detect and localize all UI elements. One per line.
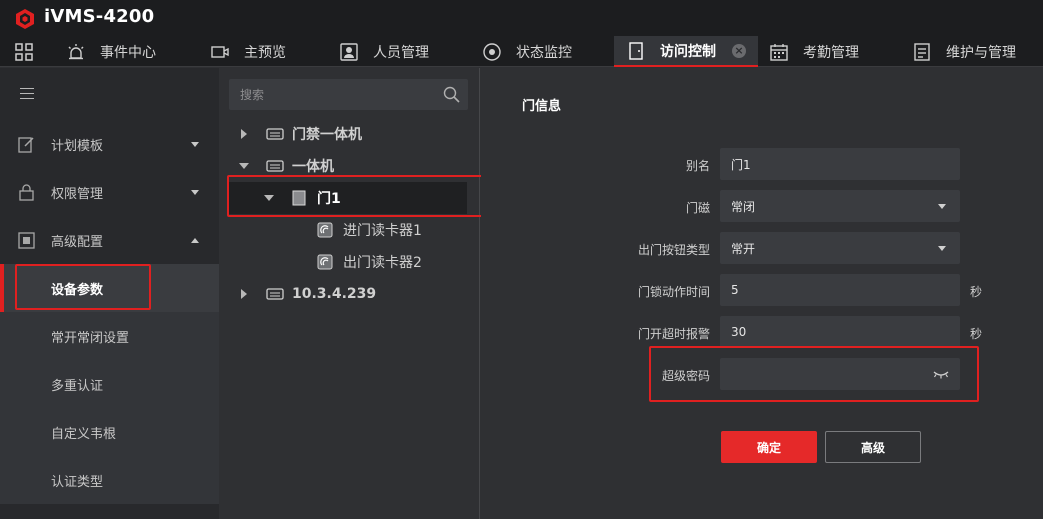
- settings-icon: [18, 231, 35, 249]
- door-magnet-value: 常闭: [731, 199, 756, 214]
- app-title: iVMS-4200: [44, 6, 155, 27]
- card-reader-icon: [317, 222, 333, 238]
- tab-label: 事件中心: [100, 44, 156, 61]
- sidebar-item-schedule-template[interactable]: 计划模板: [0, 120, 219, 168]
- open-timeout-value: 30: [731, 325, 747, 339]
- sidebar-subitem-multi-auth[interactable]: 多重认证: [0, 360, 219, 408]
- sidebar-item-advanced-config[interactable]: 高级配置: [0, 216, 219, 264]
- chevron-down-icon: [191, 141, 199, 147]
- chevron-down-icon: [938, 246, 946, 251]
- calendar-icon: [770, 43, 788, 61]
- sidebar-item-label: 权限管理: [51, 186, 104, 202]
- title-bar: iVMS-4200: [0, 0, 1043, 36]
- device-icon: [266, 128, 284, 140]
- chevron-down-icon: [191, 189, 199, 195]
- tree-node-entry-reader[interactable]: 进门读卡器1: [219, 214, 479, 246]
- sidebar-subitem-label: 多重认证: [51, 378, 104, 394]
- alarm-icon: [68, 43, 84, 59]
- door-magnet-label: 门磁: [685, 201, 710, 215]
- sidebar-subitem-normally-open-close[interactable]: 常开常闭设置: [0, 312, 219, 360]
- lock-time-unit: 秒: [970, 285, 983, 299]
- tab-access-control[interactable]: 访问控制 ×: [614, 36, 758, 67]
- tab-label: 考勤管理: [803, 44, 859, 61]
- advanced-button[interactable]: 高级: [825, 431, 921, 463]
- exit-button-type-value: 常开: [731, 241, 756, 256]
- gauge-icon: [483, 42, 501, 61]
- tree-node-ip-device[interactable]: 10.3.4.239: [219, 278, 479, 310]
- sidebar-item-permission[interactable]: 权限管理: [0, 168, 219, 216]
- tab-attendance[interactable]: 考勤管理: [769, 36, 859, 67]
- alias-label: 别名: [685, 159, 710, 173]
- sidebar-subitem-custom-wiegand[interactable]: 自定义韦根: [0, 408, 219, 456]
- exit-button-type-select[interactable]: 常开: [720, 232, 960, 264]
- door-info-panel: 门信息 别名 门1 门磁 常闭 出门按钮类型 常开 门锁动作时间 5 秒 门开超…: [481, 68, 1043, 519]
- tab-status-monitor[interactable]: 状态监控: [482, 36, 572, 67]
- sidebar-item-label: 高级配置: [51, 234, 104, 250]
- tree-node-exit-reader[interactable]: 出门读卡器2: [219, 246, 479, 278]
- search-icon[interactable]: [443, 86, 460, 103]
- lock-time-field[interactable]: 5: [720, 274, 960, 306]
- ok-button[interactable]: 确定: [721, 431, 817, 463]
- grid-menu-icon[interactable]: [15, 43, 33, 61]
- module-tab-bar: 事件中心 主预览 人员管理 状态监控 访问控制 × 考勤管理 维护与管理: [0, 36, 1043, 67]
- lock-time-label: 门锁动作时间: [637, 285, 710, 299]
- alias-field[interactable]: 门1: [720, 148, 960, 180]
- tree-node-label: 10.3.4.239: [292, 286, 377, 302]
- device-icon: [266, 288, 284, 300]
- tab-maintenance[interactable]: 维护与管理: [912, 36, 1016, 67]
- sidebar-subitem-auth-type[interactable]: 认证类型: [0, 456, 219, 504]
- door-magnet-select[interactable]: 常闭: [720, 190, 960, 222]
- person-card-icon: [340, 42, 358, 61]
- tab-label: 状态监控: [516, 44, 572, 61]
- chevron-up-icon: [191, 237, 199, 243]
- tab-label: 维护与管理: [946, 44, 1016, 61]
- maintenance-icon: [914, 42, 930, 61]
- tab-label: 主预览: [244, 44, 286, 61]
- sidebar-subitem-label: 认证类型: [51, 474, 104, 490]
- tab-person-management[interactable]: 人员管理: [339, 36, 429, 67]
- expand-arrow-icon[interactable]: [241, 129, 247, 139]
- tree-node-access-terminal[interactable]: 门禁一体机: [219, 118, 479, 150]
- open-timeout-field[interactable]: 30: [720, 316, 960, 348]
- search-input[interactable]: [229, 79, 429, 110]
- tab-event-center[interactable]: 事件中心: [66, 36, 156, 67]
- highlight-box-door-1: [227, 175, 491, 217]
- door-icon: [629, 41, 643, 60]
- highlight-box-device-params: [15, 264, 151, 310]
- chevron-down-icon: [938, 204, 946, 209]
- sidebar-subitem-label: 常开常闭设置: [51, 330, 130, 346]
- lock-icon: [19, 183, 34, 201]
- tree-node-label: 出门读卡器2: [343, 255, 422, 271]
- collapse-menu-icon[interactable]: [20, 88, 34, 103]
- open-timeout-label: 门开超时报警: [637, 327, 710, 341]
- device-tree-panel: 门禁一体机 一体机 门1 进门读卡器1 出门读卡器2: [219, 68, 480, 519]
- tab-label: 人员管理: [373, 44, 429, 61]
- device-icon: [266, 160, 284, 172]
- tree-node-label: 门禁一体机: [292, 127, 362, 143]
- collapse-arrow-icon[interactable]: [239, 163, 249, 169]
- alias-value: 门1: [731, 157, 751, 172]
- tree-search: [229, 79, 468, 110]
- exit-button-type-label: 出门按钮类型: [637, 243, 710, 257]
- hikvision-logo-icon: [16, 9, 34, 29]
- tree-node-label: 进门读卡器1: [343, 223, 422, 239]
- highlight-box-super-password: [649, 346, 979, 402]
- expand-arrow-icon[interactable]: [241, 289, 247, 299]
- edit-icon: [18, 136, 34, 153]
- tab-label: 访问控制: [660, 43, 716, 60]
- close-tab-icon[interactable]: ×: [732, 43, 746, 58]
- sidebar-subitem-label: 自定义韦根: [51, 426, 117, 442]
- open-timeout-unit: 秒: [970, 327, 983, 341]
- card-reader-icon: [317, 254, 333, 270]
- lock-time-value: 5: [731, 283, 739, 297]
- section-title: 门信息: [522, 99, 562, 114]
- sidebar-item-label: 计划模板: [51, 138, 104, 154]
- tree-node-label: 一体机: [292, 159, 334, 175]
- tab-main-preview[interactable]: 主预览: [210, 36, 286, 67]
- camera-icon: [211, 45, 229, 58]
